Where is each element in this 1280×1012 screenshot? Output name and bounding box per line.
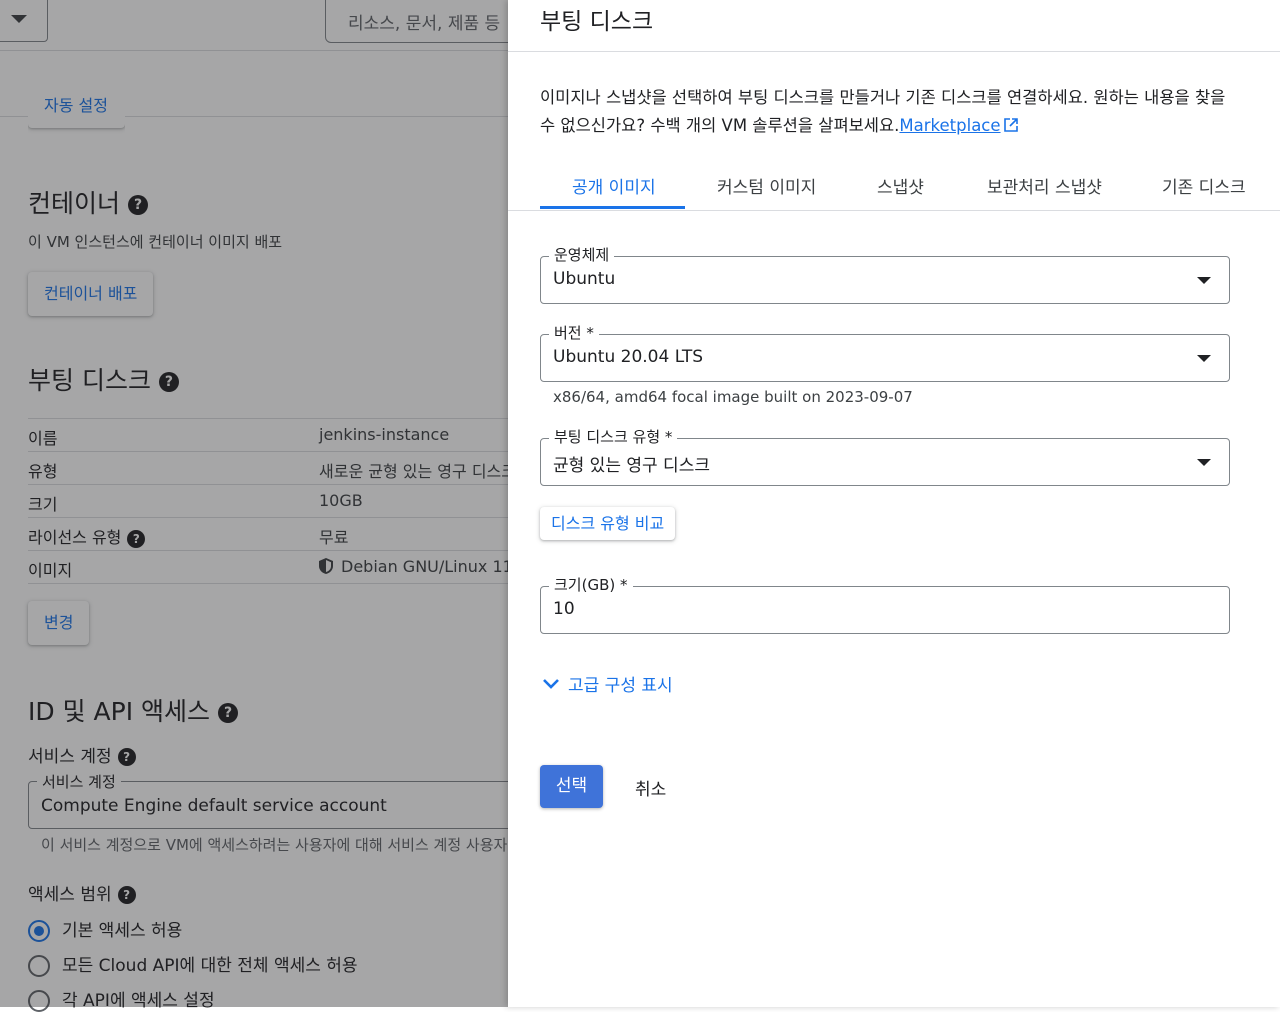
dropdown-arrow-icon bbox=[1197, 277, 1211, 284]
advanced-link-text: 고급 구성 표시 bbox=[568, 676, 673, 696]
cancel-button[interactable]: 취소 bbox=[635, 775, 666, 800]
marketplace-link[interactable]: Marketplace bbox=[899, 116, 1000, 135]
description-text: 이미지나 스냅샷을 선택하여 부팅 디스크를 만들거나 기존 디스크를 연결하세… bbox=[540, 88, 1226, 135]
compare-disk-types-button[interactable]: 디스크 유형 비교 bbox=[540, 507, 676, 540]
panel-header: 부팅 디스크 bbox=[508, 0, 1280, 52]
chevron-down-icon bbox=[543, 679, 559, 689]
marketplace-link-text: Marketplace bbox=[899, 116, 1001, 135]
disk-type-select[interactable]: 부팅 디스크 유형 * 균형 있는 영구 디스크 bbox=[540, 426, 1230, 486]
dropdown-arrow-icon bbox=[1197, 459, 1211, 466]
disk-type-value: 균형 있는 영구 디스크 bbox=[553, 456, 710, 476]
version-value: Ubuntu 20.04 LTS bbox=[553, 347, 704, 367]
external-link-icon[interactable] bbox=[1003, 118, 1018, 132]
tab-archived-snapshots[interactable]: 보관처리 스냅샷 bbox=[987, 173, 1102, 198]
dropdown-arrow-icon bbox=[1197, 355, 1211, 362]
boot-disk-panel: 부팅 디스크 이미지나 스냅샷을 선택하여 부팅 디스크를 만들거나 기존 디스… bbox=[508, 0, 1280, 1007]
panel-title: 부팅 디스크 bbox=[540, 9, 654, 35]
disk-type-label: 부팅 디스크 유형 * bbox=[549, 426, 678, 447]
version-select[interactable]: 버전 * Ubuntu 20.04 LTS bbox=[540, 322, 1230, 382]
active-tab-indicator bbox=[540, 206, 685, 209]
panel-description: 이미지나 스냅샷을 선택하여 부팅 디스크를 만들거나 기존 디스크를 연결하세… bbox=[540, 84, 1240, 140]
tab-existing-disks[interactable]: 기존 디스크 bbox=[1162, 173, 1246, 198]
select-button[interactable]: 선택 bbox=[540, 765, 603, 808]
modal-scrim[interactable] bbox=[0, 0, 508, 1007]
size-value: 10 bbox=[553, 599, 575, 619]
os-value: Ubuntu bbox=[553, 269, 616, 289]
tab-public-images[interactable]: 공개 이미지 bbox=[572, 173, 656, 198]
size-input[interactable]: 크기(GB) * 10 bbox=[540, 574, 1230, 634]
tab-custom-images[interactable]: 커스텀 이미지 bbox=[717, 173, 816, 198]
show-advanced-config-link[interactable]: 고급 구성 표시 bbox=[542, 671, 673, 696]
os-label: 운영체제 bbox=[549, 244, 615, 265]
os-select[interactable]: 운영체제 Ubuntu bbox=[540, 244, 1230, 304]
tab-snapshots[interactable]: 스냅샷 bbox=[877, 173, 924, 198]
version-hint: x86/64, amd64 focal image built on 2023-… bbox=[553, 388, 913, 406]
size-label: 크기(GB) * bbox=[549, 574, 633, 595]
version-label: 버전 * bbox=[549, 322, 599, 343]
image-source-tabs: 공개 이미지 커스텀 이미지 스냅샷 보관처리 스냅샷 기존 디스크 bbox=[508, 160, 1280, 211]
